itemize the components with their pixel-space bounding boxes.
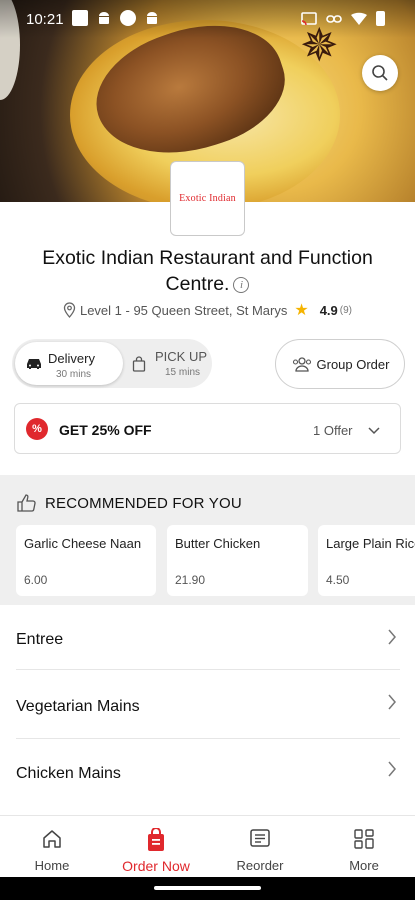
link-icon [326,14,342,23]
group-order-button[interactable]: Group Order [275,339,405,389]
recommended-section: RECOMMENDED FOR YOU Garlic Cheese Naan 6… [0,475,415,605]
nav-reorder[interactable]: Reorder [208,816,312,878]
pickup-option[interactable]: PICK UP 15 mins [124,342,210,385]
item-name: Garlic Cheese Naan [24,536,142,551]
bottom-navigation: Home Order Now Reorder More [0,815,415,877]
home-icon [43,830,61,848]
nav-label: Reorder [236,858,284,873]
item-price: 6.00 [24,573,48,587]
nav-home[interactable]: Home [0,816,104,878]
chevron-right-icon [388,761,396,777]
restaurant-address: Level 1 - 95 Queen Street, St Marys [79,302,288,318]
category-label: Entree [16,631,64,648]
restaurant-logo: Exotic Indian [170,161,245,236]
wifi-icon [351,12,367,25]
chevron-right-icon [388,694,396,710]
category-label: Chicken Mains [16,765,121,782]
nav-label: Order Now [122,858,190,874]
search-button[interactable] [362,55,398,91]
search-icon [372,65,388,81]
discount-badge-icon: % [26,418,48,440]
pickup-label: PICK UP [155,349,208,364]
media-icon [120,10,136,26]
battery-icon [376,11,385,26]
rating-count: (9) [339,304,353,316]
category-label: Vegetarian Mains [16,698,140,715]
receipt-icon [250,829,270,847]
nav-more[interactable]: More [312,816,415,878]
info-icon[interactable]: i [233,277,250,293]
rating-value: 4.9 [319,302,338,318]
chevron-down-icon [368,427,380,435]
nav-label: More [349,858,379,873]
status-time: 10:21 [26,11,64,28]
nav-order-now[interactable]: Order Now [104,816,208,878]
recommended-item-card[interactable]: Garlic Cheese Naan 6.00 [16,525,156,596]
android-icon [99,12,109,24]
nav-label: Home [34,858,70,873]
delivery-option[interactable]: Delivery 30 mins [15,342,123,385]
android-icon-2 [147,12,157,24]
grid-icon [354,829,374,849]
item-price: 21.90 [175,573,206,587]
recommended-title: RECOMMENDED FOR YOU [45,495,242,512]
offer-count: 1 Offer [313,423,353,438]
car-icon [27,359,41,369]
pickup-time: 15 mins [165,367,201,378]
item-name: Large Plain Rice [326,536,415,551]
delivery-time: 30 mins [56,369,92,380]
system-icons [301,11,385,26]
shopping-bag-icon [132,356,146,372]
divider [16,738,400,739]
recommended-item-card[interactable]: Large Plain Rice 4.50 [318,525,415,596]
notification-square-icon [72,10,88,26]
rating-star-icon: ★ [294,302,309,319]
recommended-item-card[interactable]: Butter Chicken 21.90 [167,525,308,596]
group-order-label: Group Order [316,356,390,372]
location-pin-icon [63,302,76,318]
item-name: Butter Chicken [175,536,261,551]
notification-icons [72,10,160,26]
divider [16,669,400,670]
category-row-chicken-mains[interactable]: Chicken Mains [0,740,415,807]
status-bar: 10:21 [0,0,415,38]
chevron-right-icon [388,629,396,645]
thumbs-up-icon [17,494,36,512]
restaurant-name-block: Exotic Indian Restaurant and Function Ce… [14,245,401,297]
restaurant-name: Exotic Indian Restaurant and Function Ce… [42,247,373,295]
item-price: 4.50 [326,573,350,587]
address-row: Level 1 - 95 Queen Street, St Marys ★ 4.… [0,300,415,320]
cast-icon [301,11,317,25]
group-icon [292,357,311,372]
offer-banner[interactable]: % GET 25% OFF 1 Offer [14,403,401,454]
category-row-entree[interactable]: Entree [0,605,415,672]
order-bag-icon [148,828,164,851]
order-mode-toggle: Delivery 30 mins PICK UP 15 mins [12,339,212,388]
category-row-vegetarian-mains[interactable]: Vegetarian Mains [0,672,415,739]
home-gesture-handle[interactable] [154,886,261,890]
offer-title: GET 25% OFF [59,422,152,438]
logo-text: Exotic Indian [179,193,236,204]
delivery-label: Delivery [48,351,95,366]
